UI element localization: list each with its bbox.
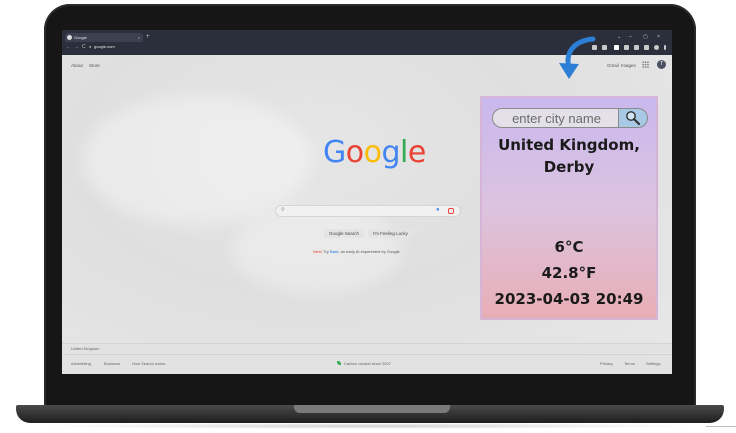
magnifier-icon [626, 111, 641, 126]
date-time: 2023-04-03 20:49 [494, 290, 644, 308]
carbon-neutral-link[interactable]: Carbon neutral since 2007 [344, 361, 391, 366]
location-country: United Kingdom, [498, 136, 640, 154]
apps-grid-icon[interactable] [642, 61, 649, 68]
laptop-notch [294, 405, 450, 413]
google-lens-icon[interactable] [448, 208, 454, 214]
minimize-button[interactable]: – [629, 33, 632, 41]
desk-line [706, 426, 736, 427]
city-search-button[interactable] [618, 108, 648, 128]
logo-letter: o [363, 135, 382, 170]
city-search-input[interactable] [492, 108, 620, 128]
lock-icon: ● [89, 44, 92, 49]
weather-extension-icon[interactable] [614, 45, 619, 50]
gmail-link[interactable]: Gmail [607, 63, 619, 68]
store-link[interactable]: Store [89, 63, 100, 68]
url-bar[interactable]: google.com [94, 44, 115, 49]
logo-letter: e [407, 135, 426, 170]
about-link[interactable]: About [71, 63, 83, 68]
sidebar-icon[interactable] [634, 45, 639, 50]
new-label: New! [313, 249, 323, 254]
weather-extension-popup: United Kingdom, Derby 6°C 42.8°F 2023-04… [480, 96, 658, 320]
footer-country: United Kingdom [62, 343, 672, 353]
location-city: Derby [543, 158, 595, 176]
leaf-icon [337, 361, 341, 365]
google-search-button[interactable]: Google Search [324, 229, 365, 238]
forward-button[interactable]: → [74, 44, 79, 50]
terms-link[interactable]: Terms [624, 361, 635, 366]
bard-description: , an early AI experiment by Google [338, 249, 400, 254]
bard-promo: New! Try Bard, an early AI experiment by… [313, 249, 400, 254]
google-logo: Google [323, 135, 426, 170]
temperature-celsius: 6°C [554, 238, 584, 256]
privacy-link[interactable]: Privacy [600, 361, 613, 366]
logo-letter: l [400, 135, 408, 170]
profile-icon[interactable] [654, 45, 659, 50]
location-label: United Kingdom, Derby [482, 134, 656, 178]
reload-button[interactable]: C [82, 44, 86, 50]
avatar[interactable]: T [657, 60, 666, 69]
extensions-icon[interactable] [624, 45, 629, 50]
desk-shadow [40, 423, 700, 429]
footer: Advertising Business How Search works Ca… [62, 354, 672, 374]
tab-close-icon[interactable]: × [138, 33, 140, 42]
new-tab-button[interactable]: + [146, 33, 150, 41]
how-search-works-link[interactable]: How Search works [132, 361, 165, 366]
close-window-button[interactable]: × [657, 33, 660, 41]
google-search-input[interactable]: ⚲ ● [275, 205, 461, 217]
browser-tab[interactable]: Google × [65, 33, 143, 42]
settings-link[interactable]: Settings [646, 361, 660, 366]
microphone-icon[interactable]: ● [436, 207, 440, 213]
advertising-link[interactable]: Advertising [71, 361, 91, 366]
logo-letter: G [323, 135, 346, 170]
temperature-fahrenheit: 42.8°F [541, 264, 597, 282]
try-label: Try [323, 249, 329, 254]
back-button[interactable]: ← [66, 44, 71, 50]
reading-list-icon[interactable] [644, 45, 649, 50]
logo-letter: o [345, 135, 364, 170]
search-icon: ⚲ [281, 207, 285, 213]
feeling-lucky-button[interactable]: I'm Feeling Lucky [368, 229, 413, 238]
tab-search-icon[interactable]: ⌄ [617, 33, 621, 41]
logo-letter: g [381, 135, 401, 170]
maximize-button[interactable]: ▢ [643, 33, 648, 41]
images-link[interactable]: Images [621, 63, 636, 68]
business-link[interactable]: Business [104, 361, 120, 366]
more-menu-icon[interactable] [664, 45, 666, 50]
curved-arrow-icon [559, 36, 596, 79]
google-favicon-icon [67, 35, 72, 40]
tab-title: Google [74, 35, 87, 40]
moon-icon [562, 196, 571, 214]
